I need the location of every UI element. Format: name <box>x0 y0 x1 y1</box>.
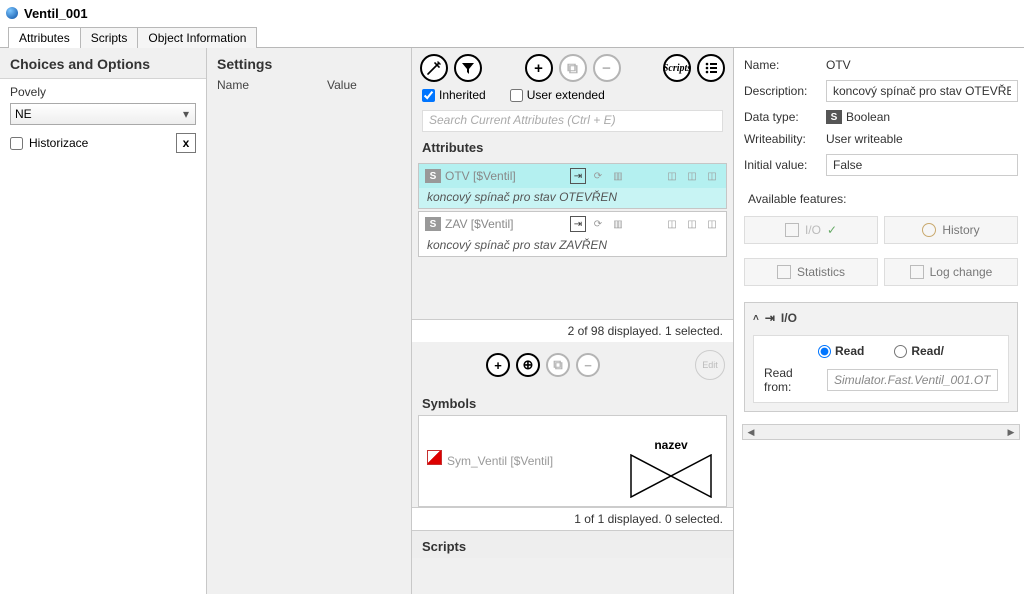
io-section-header[interactable]: ˄ ⇥ I/O <box>753 311 1009 325</box>
settings-panel: Settings Name Value <box>207 48 412 594</box>
attribute-row-zav[interactable]: S ZAV [$Ventil] ⇥ ⟳ ▥ ◫ ◫ ◫ koncový spín… <box>418 211 727 257</box>
remove-symbol-button: − <box>576 353 600 377</box>
attribute-name: OTV [$Ventil] <box>445 169 516 183</box>
prop-name-label: Name: <box>744 58 822 72</box>
attribute-desc: koncový spínač pro stav OTEVŘEN <box>419 188 726 208</box>
type-icon: S <box>826 110 842 124</box>
historizace-clear-button[interactable]: x <box>176 133 196 153</box>
wand-icon[interactable] <box>420 54 448 82</box>
list-icon[interactable] <box>697 54 725 82</box>
inherited-checkbox[interactable]: Inherited <box>422 88 486 102</box>
feature-logchange-button[interactable]: Log change <box>884 258 1018 286</box>
graph-icon: ◫ <box>704 216 720 232</box>
io-mini-icon: ⇥ <box>570 216 586 232</box>
io-section: ˄ ⇥ I/O Read Read/ Read from: <box>744 302 1018 412</box>
povely-label: Povely <box>10 85 196 99</box>
povely-combo[interactable]: NE ▾ <box>10 103 196 125</box>
prop-desc-label: Description: <box>744 84 822 98</box>
log-icon <box>910 265 924 279</box>
main-tabs: Attributes Scripts Object Information <box>0 26 1024 48</box>
features-label: Available features: <box>738 186 1024 212</box>
historizace-checkbox[interactable] <box>10 137 23 150</box>
log-icon: ◫ <box>684 216 700 232</box>
settings-header: Settings <box>207 48 411 74</box>
chart-mini-icon: ▥ <box>610 216 626 232</box>
attributes-panel: + ⧉ − Scripts Inherited User extended Se… <box>412 48 734 594</box>
history-icon <box>922 223 936 237</box>
attributes-status: 2 of 98 displayed. 1 selected. <box>412 319 733 342</box>
choices-header: Choices and Options <box>0 48 206 79</box>
prop-type-label: Data type: <box>744 110 822 124</box>
symbols-section-title: Symbols <box>412 388 733 415</box>
scripts-section-title: Scripts <box>412 530 733 558</box>
scroll-left-icon[interactable]: ◀ <box>743 425 759 439</box>
type-badge-icon: S <box>425 217 441 231</box>
prop-init-input[interactable] <box>826 154 1018 176</box>
attribute-desc: koncový spínač pro stav ZAVŘEN <box>419 236 726 256</box>
tab-attributes[interactable]: Attributes <box>8 27 81 48</box>
chevron-down-icon: ▾ <box>181 107 191 121</box>
symbols-toolbar: + ⊕ ⧉ − Edit <box>412 342 733 388</box>
stat-icon: ◫ <box>664 168 680 184</box>
attributes-toolbar: + ⧉ − Scripts <box>412 48 733 86</box>
add-symbol-button[interactable]: + <box>486 353 510 377</box>
io-icon <box>785 223 799 237</box>
prop-desc-input[interactable] <box>826 80 1018 102</box>
attribute-name: ZAV [$Ventil] <box>445 217 513 231</box>
remove-button: − <box>593 54 621 82</box>
chart-mini-icon: ▥ <box>610 168 626 184</box>
window-title: Ventil_001 <box>24 6 88 21</box>
io-read-radio[interactable]: Read <box>818 344 864 358</box>
feature-io-button[interactable]: I/O✓ <box>744 216 878 244</box>
symbol-icon <box>427 450 442 465</box>
prop-name-value: OTV <box>826 58 1018 72</box>
properties-panel: Name: OTV Description: Data type: S Bool… <box>734 48 1024 594</box>
symbols-status: 1 of 1 displayed. 0 selected. <box>412 507 733 530</box>
readfrom-label: Read from: <box>764 366 821 394</box>
readfrom-input[interactable] <box>827 369 998 391</box>
prop-type-value: Boolean <box>846 110 1018 124</box>
duplicate-button: ⧉ <box>559 54 587 82</box>
log-icon: ◫ <box>684 168 700 184</box>
io-arrow-icon: ⇥ <box>765 311 775 325</box>
horizontal-scrollbar[interactable]: ◀ ▶ <box>742 424 1020 440</box>
edit-symbol-button: Edit <box>695 350 725 380</box>
attribute-row-otv[interactable]: S OTV [$Ventil] ⇥ ⟳ ▥ ◫ ◫ ◫ koncový spín… <box>418 163 727 209</box>
scroll-right-icon[interactable]: ▶ <box>1003 425 1019 439</box>
prop-write-label: Writeability: <box>744 132 822 146</box>
title-bar: Ventil_001 <box>0 0 1024 26</box>
valve-graphic: nazev <box>630 438 712 498</box>
filter-icon[interactable] <box>454 54 482 82</box>
prop-init-label: Initial value: <box>744 158 822 172</box>
user-extended-checkbox[interactable]: User extended <box>510 88 605 102</box>
history-mini-icon: ⟳ <box>590 216 606 232</box>
valve-label: nazev <box>630 438 712 452</box>
feature-statistics-button[interactable]: Statistics <box>744 258 878 286</box>
prop-write-value: User writeable <box>826 132 1018 146</box>
choices-panel: Choices and Options Povely NE ▾ Historiz… <box>0 48 207 594</box>
history-mini-icon: ⟳ <box>590 168 606 184</box>
tab-object-info[interactable]: Object Information <box>137 27 257 48</box>
add-linked-symbol-button[interactable]: ⊕ <box>516 353 540 377</box>
stats-icon <box>777 265 791 279</box>
historizace-label: Historizace <box>29 136 88 150</box>
io-readwrite-radio[interactable]: Read/ <box>894 344 944 358</box>
symbol-item[interactable]: Sym_Ventil [$Ventil] nazev <box>418 415 727 507</box>
search-input[interactable]: Search Current Attributes (Ctrl + E) <box>422 110 723 132</box>
caret-up-icon: ˄ <box>753 313 759 324</box>
duplicate-symbol-button: ⧉ <box>546 353 570 377</box>
app-icon <box>6 7 18 19</box>
type-badge-icon: S <box>425 169 441 183</box>
scripts-icon[interactable]: Scripts <box>663 54 691 82</box>
settings-col-value: Value <box>327 78 401 92</box>
add-button[interactable]: + <box>525 54 553 82</box>
attributes-section-title: Attributes <box>412 132 733 159</box>
graph-icon: ◫ <box>704 168 720 184</box>
settings-col-name: Name <box>217 78 327 92</box>
io-mini-icon: ⇥ <box>570 168 586 184</box>
stat-icon: ◫ <box>664 216 680 232</box>
feature-history-button[interactable]: History <box>884 216 1018 244</box>
tab-scripts[interactable]: Scripts <box>80 27 139 48</box>
povely-value: NE <box>15 107 32 121</box>
